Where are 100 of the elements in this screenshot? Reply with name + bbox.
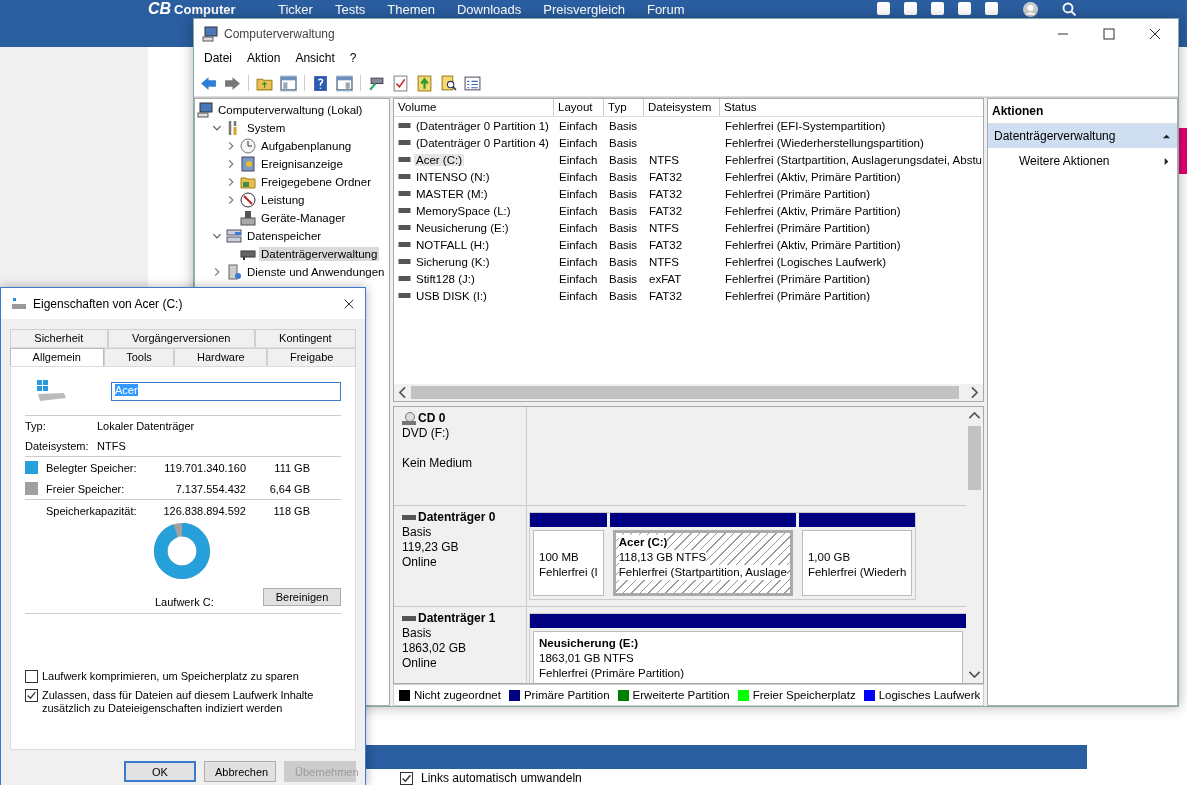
- partition-detail: Fehlerfrei (Primäre Partition): [539, 666, 686, 681]
- table-cell: FAT32: [649, 170, 683, 183]
- tree-item[interactable]: Ereignisanzeige: [259, 157, 345, 171]
- scroll-thumb[interactable]: [411, 386, 959, 399]
- volume-name[interactable]: INTENSO (N:): [414, 170, 492, 183]
- tab[interactable]: Allgemein: [10, 348, 104, 366]
- panel-icon[interactable]: [336, 74, 353, 92]
- scroll-thumb[interactable]: [968, 426, 981, 490]
- storage-icon: [226, 228, 242, 244]
- dialog-button[interactable]: Abbrechen: [204, 761, 276, 782]
- dialog-button[interactable]: OK: [124, 761, 196, 782]
- menu-item[interactable]: Ansicht: [295, 51, 335, 68]
- tree-item[interactable]: Datenspeicher: [245, 229, 324, 243]
- volume-name[interactable]: Stift128 (J:): [414, 272, 477, 285]
- close-icon[interactable]: [343, 297, 355, 310]
- action-item[interactable]: Weitere Aktionen: [988, 148, 1177, 174]
- column-header[interactable]: Typ: [604, 99, 644, 116]
- help-icon[interactable]: [312, 74, 329, 92]
- disk-info-panel[interactable]: CD 0 DVD (F:) Kein Medium: [394, 407, 527, 505]
- tree-item[interactable]: Computerverwaltung (Lokal): [216, 103, 365, 117]
- device-icon: [240, 210, 256, 226]
- column-header[interactable]: Volume: [394, 99, 554, 116]
- social-icon[interactable]: [930, 2, 945, 15]
- tree-item[interactable]: Freigegebene Ordner: [259, 175, 373, 189]
- table-cell: Basis: [609, 221, 638, 234]
- table-cell: Fehlerfrei (Startpartition, Auslagerungsdatei, Abstu: [725, 153, 982, 166]
- folder-icon: [240, 174, 256, 190]
- table-cell: NTFS: [649, 153, 680, 166]
- social-icon[interactable]: [957, 2, 972, 15]
- partition-block[interactable]: 1,00 GB Fehlerfrei (Wiederh: [798, 513, 916, 599]
- checkbox[interactable]: [25, 670, 38, 683]
- volume-name[interactable]: MASTER (M:): [414, 187, 490, 200]
- checkbox[interactable]: [400, 771, 413, 785]
- menu-item[interactable]: Datei: [204, 51, 232, 68]
- social-icon[interactable]: [876, 2, 891, 15]
- tree-item[interactable]: Geräte-Manager: [259, 211, 348, 225]
- field-value: NTFS: [97, 440, 126, 452]
- horizontal-scrollbar[interactable]: [394, 384, 983, 401]
- partition-block[interactable]: Neusicherung (E:) 1863,01 GB NTFS Fehlerfrei (Primäre Partition): [530, 614, 966, 683]
- social-icon[interactable]: [903, 2, 918, 15]
- actions-section[interactable]: Datenträgerverwaltung: [988, 124, 1177, 148]
- menu-item[interactable]: ?: [349, 51, 357, 68]
- section-label: Datenträgerverwaltung: [994, 129, 1116, 143]
- tab[interactable]: Kontingent: [254, 329, 356, 347]
- optical-drive-icon: [402, 411, 416, 426]
- checkbox[interactable]: [25, 689, 38, 702]
- upload-icon[interactable]: [416, 74, 433, 92]
- nav-link[interactable]: Themen: [387, 2, 435, 17]
- table-cell: Fehlerfrei (EFI-Systempartition): [725, 119, 886, 132]
- panel-icon[interactable]: [280, 74, 297, 92]
- avatar-icon[interactable]: [1023, 2, 1038, 17]
- nav-link[interactable]: Downloads: [456, 2, 522, 17]
- tab[interactable]: Freigabe: [267, 348, 356, 366]
- nav-link[interactable]: Preisvergleich: [543, 2, 625, 17]
- tab[interactable]: Tools: [103, 348, 175, 366]
- search-icon[interactable]: [440, 74, 457, 92]
- disk-info-panel[interactable]: Datenträger 0 Basis 119,23 GB Online: [394, 506, 527, 606]
- drive-icon: [398, 258, 411, 265]
- option-label: Laufwerk komprimieren, um Speicherplatz zu sparen: [42, 670, 300, 683]
- volume-name[interactable]: USB DISK (I:): [414, 289, 489, 302]
- volume-name[interactable]: NOTFALL (H:): [414, 238, 492, 251]
- partition-detail: Fehlerfrei (Startpartition, Auslage: [618, 565, 787, 580]
- volume-name[interactable]: (Datenträger 0 Partition 4): [414, 136, 551, 149]
- logo-initials[interactable]: CB: [148, 1, 172, 17]
- disk-detail: Online: [402, 555, 438, 570]
- tree-item[interactable]: Dienste und Anwendungen: [245, 265, 387, 279]
- nav-link[interactable]: Forum: [646, 2, 685, 17]
- volume-name[interactable]: Sicherung (K:): [414, 255, 492, 268]
- menu-item[interactable]: Aktion: [247, 51, 281, 68]
- partition-block[interactable]: Acer (C:) 118,13 GB NTFS Fehlerfrei (Startpartition, Auslage: [609, 513, 796, 599]
- tree-item[interactable]: System: [245, 121, 288, 135]
- column-header[interactable]: Dateisystem: [644, 99, 720, 116]
- tree-item[interactable]: Leistung: [259, 193, 307, 207]
- volume-name[interactable]: Acer (C:): [414, 153, 464, 166]
- tab[interactable]: Vorgängerversionen: [107, 329, 255, 347]
- disk-detail: Online: [402, 656, 438, 671]
- volume-name[interactable]: Neusicherung (E:): [414, 221, 511, 234]
- tab[interactable]: Hardware: [174, 348, 268, 366]
- space-label: Freier Speicher:: [46, 482, 126, 495]
- nav-link[interactable]: Tests: [334, 2, 366, 17]
- logo-word[interactable]: Computer: [174, 2, 236, 17]
- table-cell: Fehlerfrei (Primäre Partition): [725, 289, 871, 302]
- tree-item[interactable]: Aufgabenplanung: [259, 139, 354, 153]
- search-icon[interactable]: [1062, 2, 1077, 17]
- tree-item[interactable]: Datenträgerverwaltung: [259, 247, 380, 261]
- back-arrow-icon[interactable]: [200, 74, 217, 92]
- volume-name[interactable]: MemorySpace (L:): [414, 204, 513, 217]
- nav-link[interactable]: Ticker: [278, 2, 313, 17]
- checklist-icon[interactable]: [392, 74, 409, 92]
- table-cell: Basis: [609, 187, 638, 200]
- size-value: 6,64 GB: [268, 482, 310, 495]
- tab[interactable]: Sicherheit: [10, 329, 108, 347]
- properties-icon[interactable]: [464, 74, 481, 92]
- column-header[interactable]: Layout: [554, 99, 604, 116]
- partition-block[interactable]: 100 MB Fehlerfrei (I: [530, 513, 607, 599]
- vertical-scrollbar[interactable]: [966, 407, 983, 683]
- cleanup-button[interactable]: Bereinigen: [263, 588, 341, 606]
- disk-info-panel[interactable]: Datenträger 1 Basis 1863,02 GB Online: [394, 607, 527, 683]
- social-icon[interactable]: [984, 2, 999, 15]
- volume-name[interactable]: (Datenträger 0 Partition 1): [414, 119, 551, 132]
